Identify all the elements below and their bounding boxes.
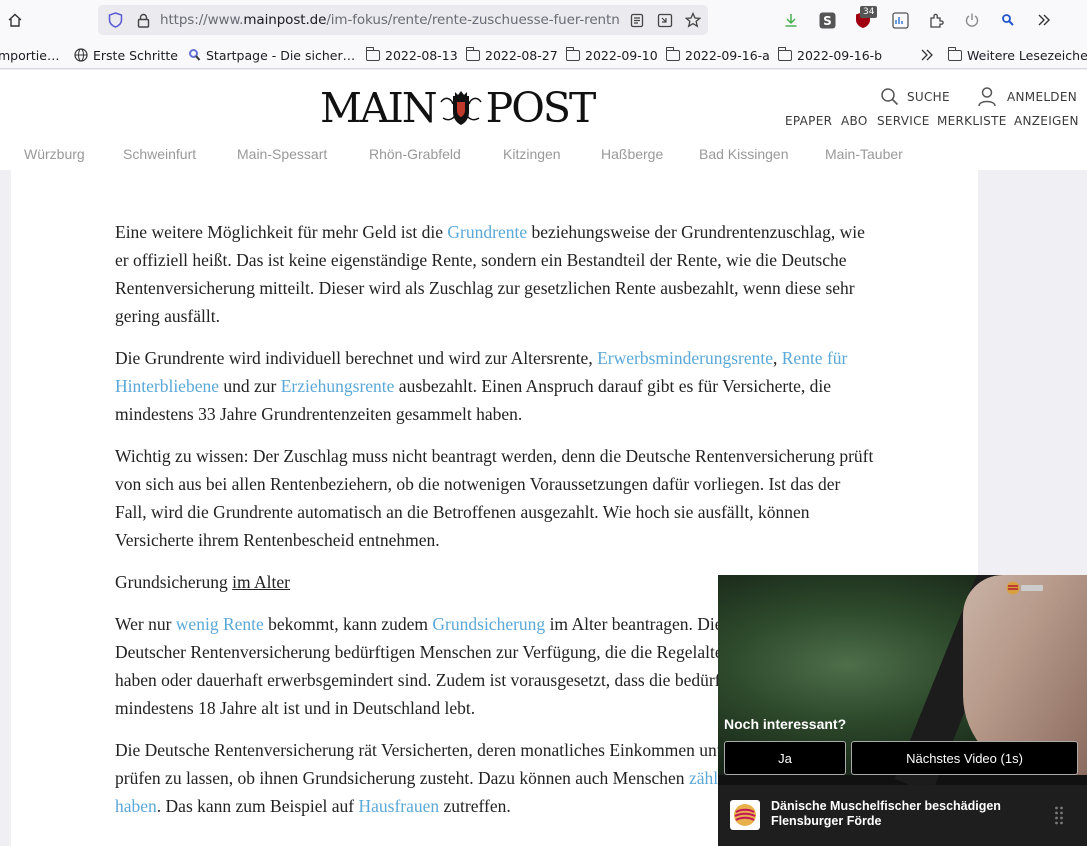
link-erziehungsrente[interactable]: Erziehungsrente (281, 376, 395, 396)
nav-city-wuerzburg[interactable]: Würzburg (24, 146, 85, 162)
paragraph: Eine weitere Möglichkeit für mehr Geld i… (115, 222, 865, 326)
url-text[interactable]: https://www.mainpost.de/im-fokus/rente/r… (160, 12, 620, 30)
nav-city-main-tauber[interactable]: Main-Tauber (825, 146, 903, 162)
browser-toolbar: https://www.mainpost.de/im-fokus/rente/r… (0, 0, 1087, 40)
nav-city-kitzingen[interactable]: Kitzingen (503, 146, 561, 162)
video-title: Dänische Muschelfischer beschädigen Flen… (771, 799, 1001, 828)
bookmark-star-icon[interactable] (682, 9, 704, 31)
bookmark-item[interactable]: Startpage - Die sicher… (188, 46, 355, 64)
crest-icon (439, 88, 483, 128)
search-button[interactable]: SUCHE (880, 87, 950, 106)
paragraph: Wichtig zu wissen: Der Zuschlag muss nic… (115, 446, 874, 550)
video-question: Noch interessant? (724, 716, 847, 732)
extension-chart-icon[interactable] (889, 9, 911, 31)
bookmark-item[interactable]: Erste Schritte (74, 46, 178, 64)
paragraph: Die Grundrente wird individuell berechne… (115, 348, 848, 424)
channel-logo-icon (730, 800, 760, 830)
drag-handle-icon[interactable] (1054, 805, 1064, 829)
nav-city-rhoen-grabfeld[interactable]: Rhön-Grabfeld (369, 146, 461, 162)
bookmark-item[interactable]: mportie… (0, 46, 59, 64)
link-erwerbsminderungsrente[interactable]: Erwerbsminderungsrente (597, 348, 773, 368)
folder-icon (777, 46, 792, 61)
folder-icon (947, 46, 962, 61)
globe-icon (74, 48, 88, 62)
folder-icon (565, 46, 580, 61)
video-next-button[interactable]: Nächstes Video (1s) (851, 741, 1078, 775)
url-domain: mainpost.de (243, 12, 327, 28)
bookmark-folder[interactable]: 2022-08-27 (465, 46, 558, 64)
user-icon (978, 87, 996, 107)
nav-city-hassberge[interactable]: Haßberge (601, 146, 663, 162)
logo-text-right: POST (485, 84, 597, 132)
folder-icon (365, 46, 380, 61)
link-epaper[interactable]: EPAPER (785, 114, 832, 128)
url-path: /im-fokus/rente/rente-zuschuesse-fuer-re… (326, 12, 620, 28)
video-info-bar: Dänische Muschelfischer beschädigen Flen… (718, 785, 1087, 846)
ublock-badge: 34 (860, 6, 878, 18)
startpage-icon (189, 49, 201, 61)
logo-text-left: MAIN (320, 84, 438, 132)
overflow-menu-icon[interactable] (1033, 9, 1055, 31)
tracking-shield-icon[interactable] (104, 9, 126, 31)
link-hausfrauen[interactable]: Hausfrauen (358, 796, 439, 816)
link-im-alter[interactable]: im Alter (232, 572, 290, 592)
downloads-icon[interactable] (780, 9, 802, 31)
svg-text:S: S (823, 14, 832, 28)
link-grundsicherung[interactable]: Grundsicherung (432, 614, 545, 634)
bookmarks-bar: mportie… Erste Schritte Startpage - Die … (0, 40, 1087, 69)
screenshot-icon[interactable] (654, 9, 676, 31)
lock-icon[interactable] (132, 9, 154, 31)
video-yes-button[interactable]: Ja (724, 741, 846, 775)
link-service[interactable]: SERVICE (877, 114, 930, 128)
bookmark-folder[interactable]: 2022-09-10 (565, 46, 658, 64)
nav-city-schweinfurt[interactable]: Schweinfurt (123, 146, 196, 162)
bookmarks-overflow-icon[interactable] (920, 46, 934, 64)
link-wenig-rente[interactable]: wenig Rente (176, 614, 264, 634)
search-icon (881, 88, 899, 106)
reader-view-icon[interactable] (626, 9, 648, 31)
link-grundrente[interactable]: Grundrente (447, 222, 527, 242)
extensions-puzzle-icon[interactable] (925, 9, 947, 31)
search-extension-icon[interactable] (997, 9, 1019, 31)
link-anzeigen[interactable]: ANZEIGEN (1014, 114, 1079, 128)
url-prefix: https://www. (160, 12, 244, 28)
bookmark-folder-other[interactable]: Weitere Lesezeichen (947, 46, 1087, 64)
nav-city-bad-kissingen[interactable]: Bad Kissingen (699, 146, 789, 162)
bookmark-folder[interactable]: 2022-08-13 (365, 46, 458, 64)
bookmark-folder[interactable]: 2022-09-16-b (777, 46, 882, 64)
folder-icon (465, 46, 480, 61)
link-merkliste[interactable]: MERKLISTE (937, 114, 1007, 128)
power-icon[interactable] (961, 9, 983, 31)
nav-city-main-spessart[interactable]: Main-Spessart (237, 146, 327, 162)
bookmark-folder[interactable]: 2022-09-16-a (665, 46, 770, 64)
video-player[interactable]: Noch interessant? Ja Nächstes Video (1s)… (718, 575, 1087, 846)
site-header: MAIN POST SUCHE ANMELDEN EPAPER ABO SERV… (0, 70, 1087, 170)
url-bar[interactable]: https://www.mainpost.de/im-fokus/rente/r… (98, 5, 708, 35)
sat1gold-logo-icon (1005, 580, 1045, 600)
home-icon[interactable] (4, 9, 26, 31)
site-logo[interactable]: MAIN POST (320, 84, 596, 132)
folder-icon (665, 46, 680, 61)
login-button[interactable]: ANMELDEN (977, 86, 1077, 107)
link-abo[interactable]: ABO (841, 114, 868, 128)
extension-s-icon[interactable]: S (816, 9, 838, 31)
